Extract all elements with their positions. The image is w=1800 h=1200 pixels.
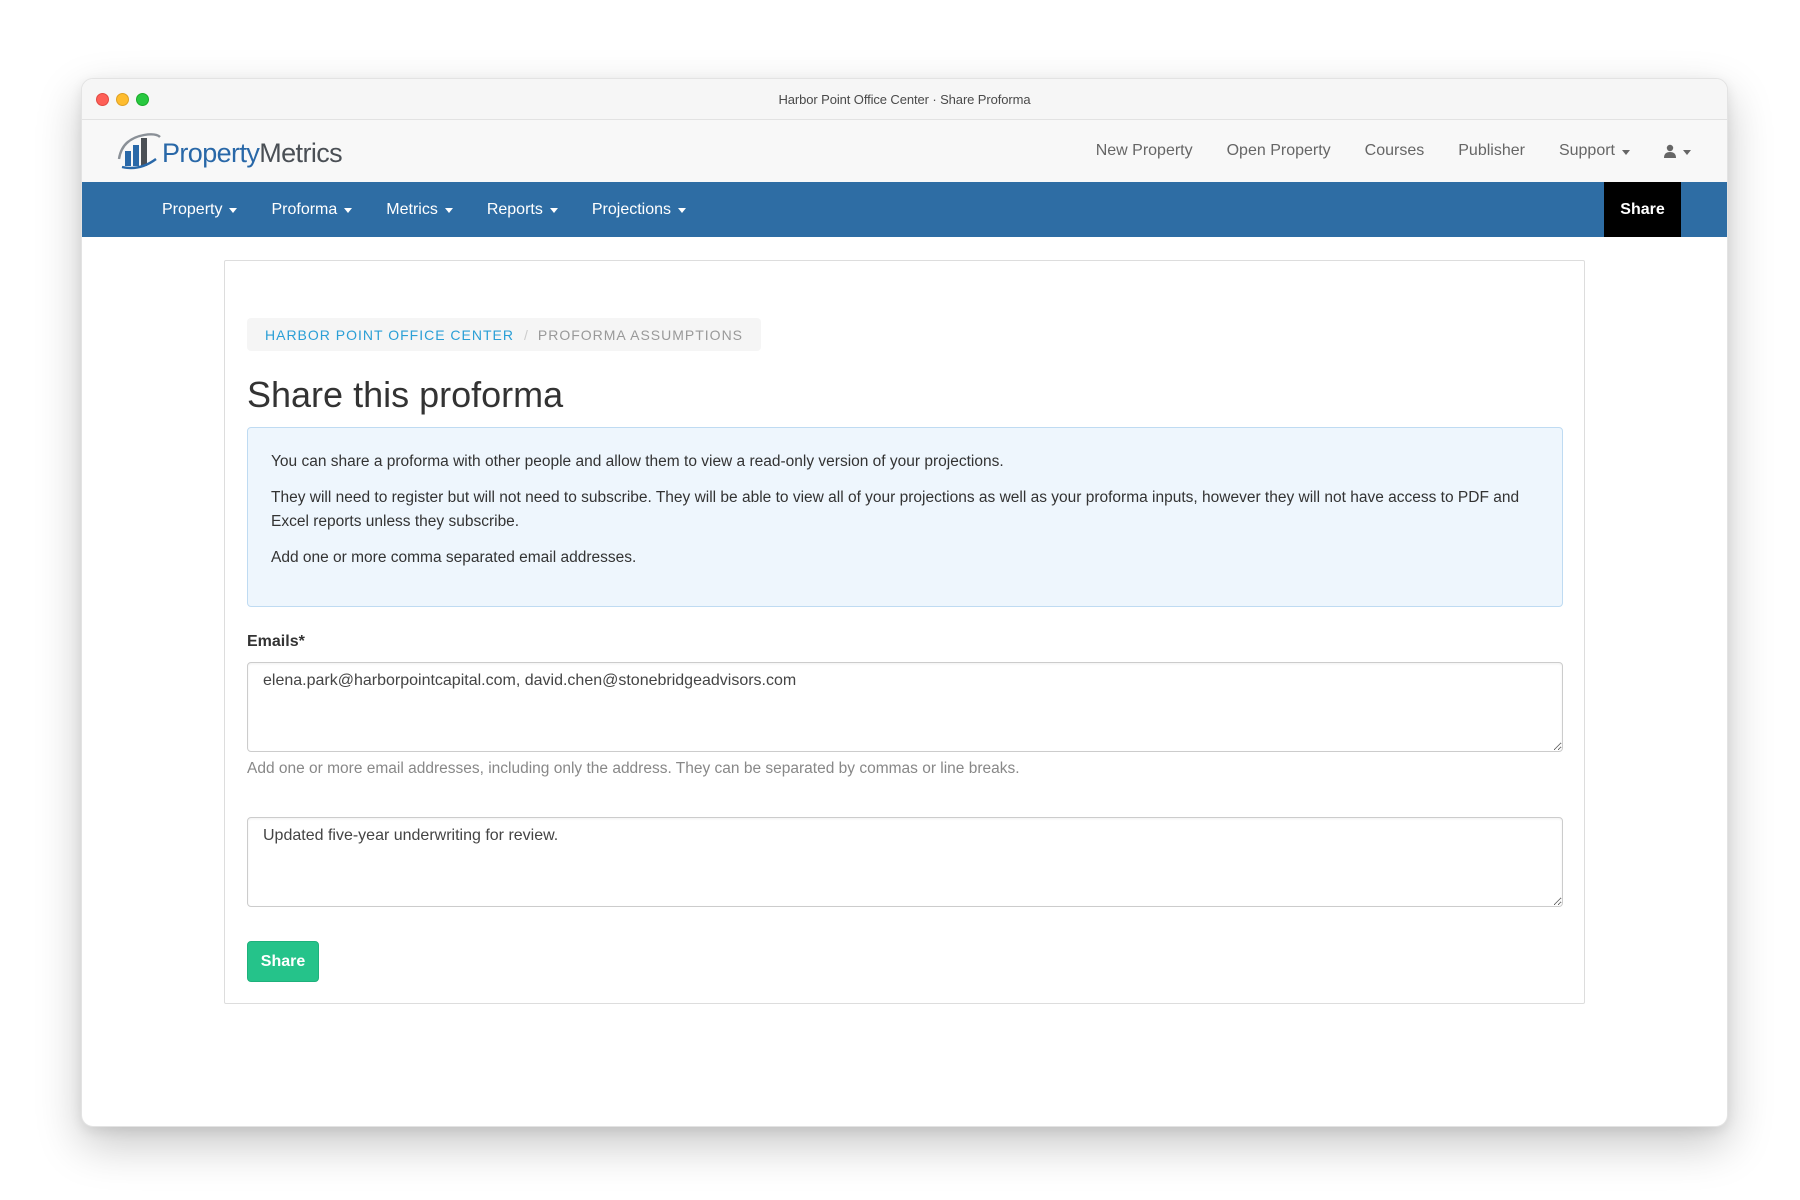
- maximize-window-button[interactable]: [136, 93, 149, 106]
- nav-dropdown-support[interactable]: Support: [1559, 142, 1630, 160]
- content-panel: HARBOR POINT OFFICE CENTER / PROFORMA AS…: [224, 260, 1585, 1004]
- brand-logo[interactable]: PropertyMetrics: [116, 120, 343, 182]
- window-title: Harbor Point Office Center · Share Profo…: [778, 91, 1031, 107]
- window-controls: [96, 93, 149, 106]
- emails-textarea[interactable]: elena.park@harborpointcapital.com, david…: [247, 662, 1563, 752]
- bar-chart-logo-icon: [117, 133, 161, 170]
- info-paragraph: You can share a proforma with other peop…: [271, 453, 1004, 470]
- caret-down-icon: [1622, 149, 1630, 155]
- subnav-share-active[interactable]: Share: [1604, 182, 1681, 237]
- caret-down-icon: [1683, 149, 1691, 155]
- caret-down-icon: [444, 208, 453, 213]
- breadcrumb-separator: /: [523, 326, 528, 343]
- caret-down-icon: [549, 208, 558, 213]
- caret-down-icon: [344, 208, 353, 213]
- top-navbar: PropertyMetrics New Property Open Proper…: [82, 120, 1727, 182]
- brand-name: PropertyMetrics: [162, 137, 343, 168]
- caret-down-icon: [229, 208, 238, 213]
- nav-link-publisher[interactable]: Publisher: [1458, 142, 1525, 160]
- nav-link-open-property[interactable]: Open Property: [1227, 142, 1331, 160]
- caret-down-icon: [678, 208, 687, 213]
- close-window-button[interactable]: [96, 93, 109, 106]
- nav-link-courses[interactable]: Courses: [1365, 142, 1425, 160]
- emails-label: Emails*: [247, 633, 305, 650]
- info-paragraph: Add one or more comma separated email ad…: [271, 549, 637, 566]
- section-navbar: Property Proforma Metrics Reports Projec…: [82, 182, 1727, 237]
- breadcrumb: HARBOR POINT OFFICE CENTER / PROFORMA AS…: [247, 318, 762, 351]
- subnav-projections[interactable]: Projections: [575, 182, 703, 237]
- user-icon: [1664, 144, 1676, 158]
- subnav-reports[interactable]: Reports: [470, 182, 575, 237]
- browser-window: Harbor Point Office Center · Share Profo…: [81, 78, 1728, 1127]
- subnav-metrics[interactable]: Metrics: [369, 182, 470, 237]
- subnav-proforma[interactable]: Proforma: [254, 182, 369, 237]
- breadcrumb-current: PROFORMA ASSUMPTIONS: [537, 326, 744, 343]
- share-submit-button[interactable]: Share: [247, 941, 319, 982]
- user-menu-dropdown[interactable]: [1664, 144, 1691, 158]
- minimize-window-button[interactable]: [116, 93, 129, 106]
- top-nav-links: New Property Open Property Courses Publi…: [1062, 142, 1691, 160]
- page-title: Share this proforma: [247, 374, 564, 415]
- message-textarea[interactable]: Updated five-year underwriting for revie…: [247, 817, 1563, 907]
- emails-help-text: Add one or more email addresses, includi…: [247, 760, 1020, 777]
- nav-link-new-property[interactable]: New Property: [1096, 142, 1193, 160]
- subnav-property[interactable]: Property: [145, 182, 254, 237]
- info-paragraph: They will need to register but will not …: [271, 489, 1520, 530]
- breadcrumb-property-link[interactable]: HARBOR POINT OFFICE CENTER: [265, 327, 514, 343]
- info-alert: You can share a proforma with other peop…: [247, 427, 1563, 607]
- title-bar: Harbor Point Office Center · Share Profo…: [82, 79, 1727, 120]
